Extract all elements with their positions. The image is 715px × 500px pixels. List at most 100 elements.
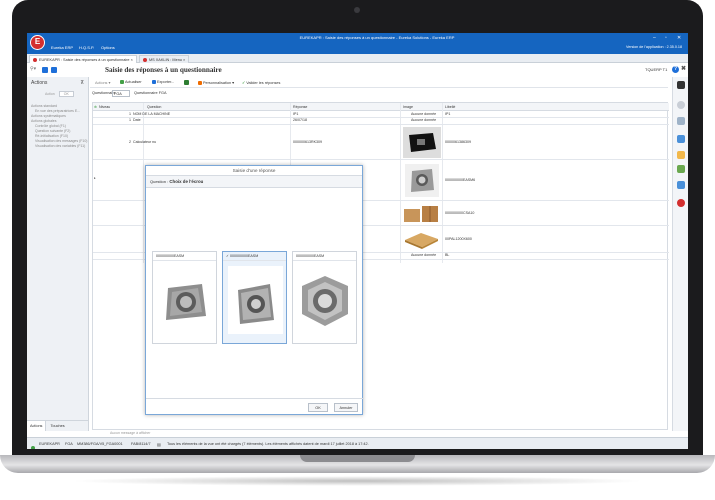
tab-label: MS XAKLIN : Menu bbox=[149, 58, 182, 62]
tab-touches[interactable]: Touches bbox=[48, 421, 68, 431]
cell-level: 2 bbox=[129, 140, 131, 144]
questionnaire-field[interactable]: FGA bbox=[112, 90, 130, 97]
tab-close-icon[interactable]: × bbox=[131, 58, 133, 62]
window-title: EUREKAPR : Saisie des réponses à un ques… bbox=[299, 35, 455, 40]
export-icon bbox=[152, 80, 156, 84]
action-filter-button[interactable]: OK bbox=[58, 91, 74, 97]
eureka-logo-icon[interactable]: E bbox=[30, 35, 45, 50]
actions-menu-label: Actions bbox=[95, 81, 108, 85]
chart-icon[interactable] bbox=[677, 165, 685, 173]
grid-header: ⊕ Niveau Question Réponse Image Libellé bbox=[93, 103, 669, 111]
window-icon[interactable] bbox=[677, 135, 685, 143]
users-icon[interactable] bbox=[677, 117, 685, 125]
cell-label: 0000061386309 bbox=[445, 140, 471, 144]
option-label: 000000000EASM bbox=[153, 252, 216, 261]
menu-eureka-erp[interactable]: Eureka ERP bbox=[51, 45, 73, 50]
option-card[interactable]: 000000000EASM bbox=[152, 251, 217, 344]
calendar-icon[interactable] bbox=[677, 151, 685, 159]
tab-label: EUREKAPR : Saisie des réponses à un ques… bbox=[39, 58, 130, 62]
questionnaire-name: Questionnaire FGA bbox=[134, 91, 167, 95]
status-code: FAB/8114/7 bbox=[131, 442, 151, 446]
export-button[interactable]: Exporter... bbox=[152, 80, 174, 84]
pin-icon[interactable]: ⊼ bbox=[80, 80, 84, 86]
screen: E EUREKAPR : Saisie des réponses à un qu… bbox=[27, 33, 688, 449]
column-image[interactable]: Image bbox=[403, 105, 413, 109]
ok-button[interactable]: OK bbox=[308, 403, 328, 412]
tab-eurekapr[interactable]: EUREKAPR : Saisie des réponses à un ques… bbox=[29, 55, 137, 63]
laptop-notch bbox=[300, 455, 415, 462]
sidebar-item[interactable]: Visualisation des variables (F11) bbox=[27, 144, 88, 149]
status-info: Tous les éléments de la vue ont été char… bbox=[167, 442, 369, 446]
tab-close-icon[interactable]: × bbox=[183, 58, 185, 62]
sidebar-title-text: Actions bbox=[31, 80, 48, 86]
tab-menu[interactable]: MS XAKLIN : Menu × bbox=[139, 55, 190, 63]
personalize-icon bbox=[198, 81, 202, 85]
cell-label: BL bbox=[445, 253, 450, 257]
tab-actions[interactable]: Actions bbox=[27, 421, 47, 431]
column-question[interactable]: Question bbox=[147, 105, 161, 109]
cardboard-boxes-image bbox=[404, 206, 438, 222]
dialog-title: Saisie d'une réponse bbox=[146, 166, 362, 176]
cell-question: NOM DE LA MACHINE bbox=[133, 112, 171, 116]
cell-answer: IP1 bbox=[293, 112, 299, 116]
personalize-button[interactable]: Personnalisation ▾ bbox=[198, 80, 234, 85]
sidebar-tabs: Actions Touches bbox=[27, 420, 89, 431]
option-label-text: 000000000EASM bbox=[230, 254, 259, 258]
column-niveau[interactable]: Niveau bbox=[99, 105, 110, 109]
sidebar-title: Actions ⊼ bbox=[27, 77, 88, 88]
nav-forward-button[interactable] bbox=[51, 67, 57, 73]
option-label: ✓ 000000000EASM bbox=[223, 252, 286, 261]
option-label: 000000000EASM bbox=[293, 252, 356, 261]
expand-icon[interactable]: ⊕ bbox=[94, 105, 97, 109]
menu-options[interactable]: Options bbox=[101, 45, 115, 50]
table-row[interactable]: 2 Calculateur nu 000000613RK309 00000613… bbox=[93, 125, 669, 160]
title-bar: E EUREKAPR : Saisie des réponses à un qu… bbox=[27, 33, 688, 54]
hex-nut-image bbox=[298, 266, 353, 334]
app-version: Version de l'application : 2.35.0.18 bbox=[625, 45, 682, 49]
document-icon[interactable] bbox=[677, 181, 685, 189]
calculator-board-image bbox=[403, 127, 441, 158]
nav-back-button[interactable] bbox=[42, 67, 48, 73]
close-icon[interactable]: ✖ bbox=[681, 65, 686, 72]
minimize-icon[interactable]: – bbox=[653, 35, 656, 41]
checkmark-icon: ✓ bbox=[242, 81, 246, 85]
cell-answer: 000000613RK309 bbox=[293, 140, 322, 144]
help-icon[interactable]: ? bbox=[672, 66, 679, 73]
personalize-label: Personnalisation bbox=[203, 81, 232, 85]
terminal-icon[interactable] bbox=[677, 81, 685, 89]
cell-label: 000000000CSA10 bbox=[445, 211, 475, 215]
laptop-shadow bbox=[70, 476, 645, 486]
option-card[interactable]: 000000000EASM bbox=[292, 251, 357, 344]
option-card-selected[interactable]: ✓ 000000000EASM bbox=[222, 251, 287, 344]
question-label: Question : bbox=[150, 179, 169, 184]
column-libelle[interactable]: Libellé bbox=[445, 105, 455, 109]
maximize-icon[interactable]: ▫ bbox=[665, 35, 667, 41]
grid-toolbar: Actions ▾ Actualiser Exporter... Personn… bbox=[90, 77, 668, 88]
refresh-button[interactable]: Actualiser bbox=[120, 80, 142, 84]
document-tabs: EUREKAPR : Saisie des réponses à un ques… bbox=[27, 54, 688, 63]
nav-dropdown-icon[interactable]: ⚲▾ bbox=[30, 66, 36, 72]
cell-image: Aucune donnée bbox=[411, 118, 437, 122]
questionnaire-row: Questionnaire FGA Questionnaire FGA bbox=[90, 88, 668, 100]
window-close-icon[interactable]: ✕ bbox=[677, 35, 681, 41]
actions-menu-button[interactable]: Actions ▾ bbox=[95, 80, 110, 85]
search-icon[interactable] bbox=[677, 101, 685, 109]
refresh-label: Actualiser bbox=[125, 80, 142, 84]
menu-hqsp[interactable]: H.Q.S.P. bbox=[79, 45, 94, 50]
actions-sidebar: Actions ⊼ Action OK Actions standard En … bbox=[27, 77, 89, 431]
column-reponse[interactable]: Réponse bbox=[293, 105, 307, 109]
alert-icon[interactable] bbox=[677, 199, 685, 207]
validate-button[interactable]: ✓ Valider les réponses bbox=[242, 80, 280, 85]
cancel-button[interactable]: Annuler bbox=[334, 403, 358, 412]
square-nut-image bbox=[228, 266, 283, 334]
weld-nut-image bbox=[158, 266, 213, 334]
excel-button[interactable] bbox=[184, 80, 190, 85]
status-app: EUREKAPR bbox=[39, 442, 60, 446]
nut-image bbox=[405, 164, 439, 197]
webcam bbox=[354, 7, 360, 13]
pallet-image bbox=[405, 233, 438, 249]
status-company: FGA bbox=[65, 442, 73, 446]
table-row[interactable]: 1 Date 26/07/18 Aucune donnée bbox=[93, 118, 669, 125]
action-filter: Action OK bbox=[31, 91, 84, 98]
eureka-tab-icon bbox=[33, 58, 37, 62]
